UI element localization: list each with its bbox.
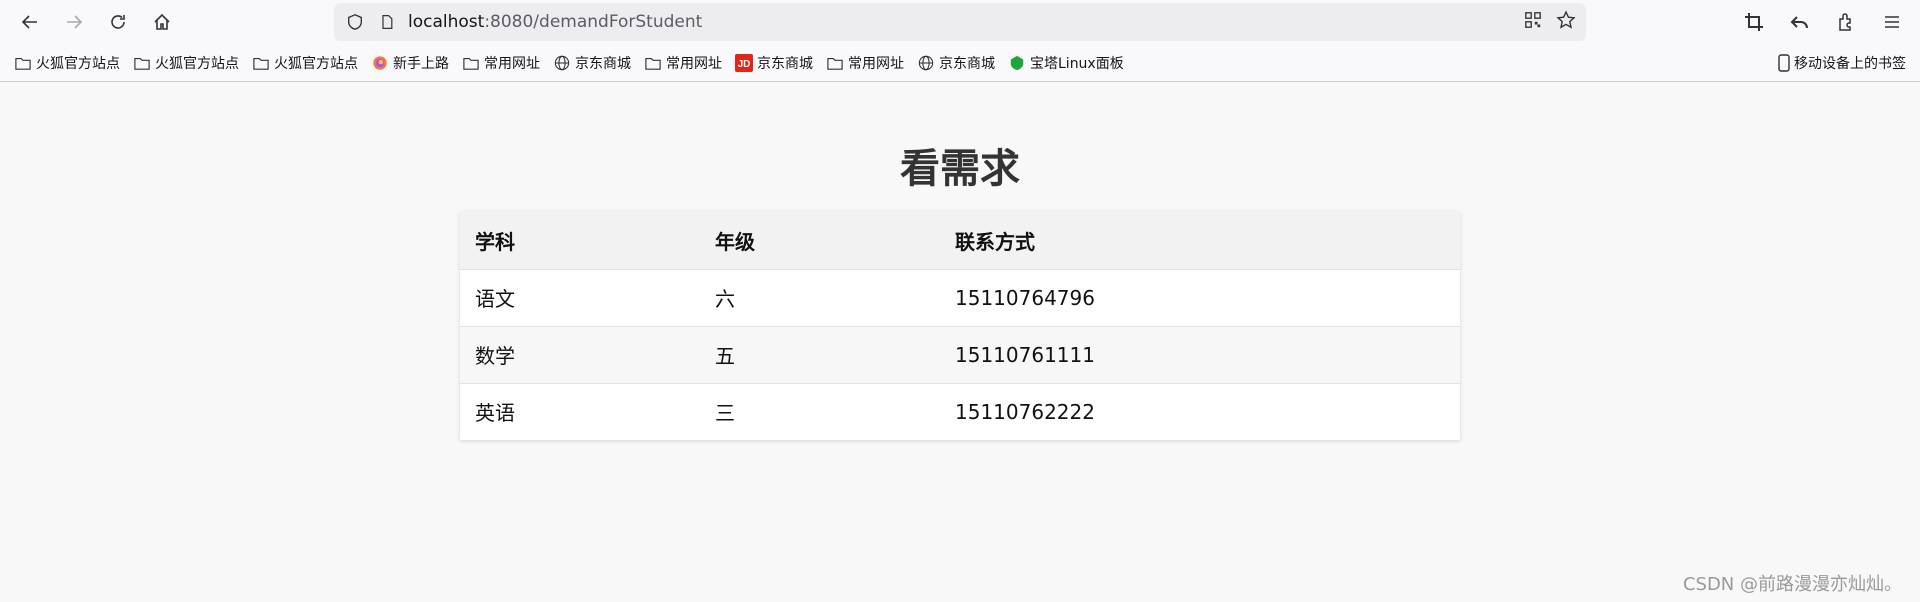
folder-icon <box>644 54 662 72</box>
table-header-row: 学科 年级 联系方式 <box>460 212 1460 269</box>
reload-button[interactable] <box>96 0 140 44</box>
mobile-device-icon <box>1778 54 1792 72</box>
folder-icon <box>14 54 32 72</box>
browser-toolbar: localhost:8080/demandForStudent <box>0 0 1920 44</box>
folder-icon <box>133 54 151 72</box>
back-button[interactable] <box>8 0 52 44</box>
page-title: 看需求 <box>900 146 1020 192</box>
bookmark-label: 京东商城 <box>757 55 813 72</box>
bookmark-label: 常用网址 <box>484 55 540 72</box>
qr-code-icon[interactable] <box>1524 11 1542 33</box>
table-row: 英语 三 15110762222 <box>460 382 1460 440</box>
mobile-bookmarks[interactable]: 移动设备上的书签 <box>1778 44 1906 82</box>
forward-arrow-icon <box>67 15 83 29</box>
bookmark-label: 常用网址 <box>848 55 904 72</box>
folder-icon <box>826 54 844 72</box>
url-bar[interactable]: localhost:8080/demandForStudent <box>334 3 1586 41</box>
toolbar-right <box>1744 0 1902 44</box>
cell-contact: 15110762222 <box>940 382 1460 440</box>
bookmark-item[interactable]: 京东商城 <box>917 53 995 73</box>
menu-icon[interactable] <box>1882 12 1902 32</box>
bookmark-item[interactable]: 火狐官方站点 <box>14 53 120 73</box>
bookmark-item[interactable]: 火狐官方站点 <box>252 53 358 73</box>
folder-icon <box>462 54 480 72</box>
bookmark-label: 常用网址 <box>666 55 722 72</box>
bookmark-item[interactable]: 京东商城 <box>553 53 631 73</box>
cell-grade: 三 <box>700 382 940 440</box>
bookmark-item[interactable]: 新手上路 <box>371 53 449 73</box>
star-icon[interactable] <box>1556 10 1576 34</box>
header-contact: 联系方式 <box>940 212 1460 269</box>
reload-icon <box>111 15 125 29</box>
bookmark-label: 新手上路 <box>393 55 449 72</box>
folder-icon <box>252 54 270 72</box>
bookmark-item[interactable]: 火狐官方站点 <box>133 53 239 73</box>
bookmark-label: 火狐官方站点 <box>155 55 239 72</box>
cell-subject: 数学 <box>460 325 700 383</box>
bookmark-item[interactable]: 常用网址 <box>462 53 540 73</box>
url-path: :8080/demandForStudent <box>484 12 703 32</box>
bookmark-item[interactable]: 常用网址 <box>644 53 722 73</box>
forward-button[interactable] <box>52 0 96 44</box>
cell-subject: 语文 <box>460 268 700 326</box>
extensions-icon[interactable] <box>1836 12 1856 32</box>
table-row: 数学 五 15110761111 <box>460 325 1460 383</box>
baota-icon <box>1008 54 1026 72</box>
back-arrow-icon <box>21 15 37 29</box>
url-text[interactable]: localhost:8080/demandForStudent <box>408 12 702 32</box>
home-button[interactable] <box>140 0 184 44</box>
bookmark-label: 京东商城 <box>575 55 631 72</box>
cell-contact: 15110764796 <box>940 268 1460 326</box>
mobile-bookmarks-label: 移动设备上的书签 <box>1794 56 1906 72</box>
bookmarks-bar: 火狐官方站点 火狐官方站点 火狐官方站点 新手上路 常用网址 京东商城 常用网址… <box>0 44 1920 82</box>
firefox-icon <box>371 54 389 72</box>
header-grade: 年级 <box>700 212 940 269</box>
demand-table: 学科 年级 联系方式 语文 六 15110764796 数学 五 1511076… <box>460 212 1460 440</box>
bookmark-item[interactable]: 宝塔Linux面板 <box>1008 53 1124 73</box>
watermark: CSDN @前路漫漫亦灿灿。 <box>1682 574 1902 595</box>
jd-icon: JD <box>735 53 753 72</box>
url-host: localhost <box>408 12 485 32</box>
cell-grade: 五 <box>700 325 940 383</box>
shield-icon[interactable] <box>344 11 366 33</box>
crop-icon[interactable] <box>1744 12 1764 32</box>
header-subject: 学科 <box>460 212 700 269</box>
bookmark-label: 宝塔Linux面板 <box>1030 55 1124 72</box>
globe-icon <box>553 54 571 72</box>
bookmark-label: 火狐官方站点 <box>36 55 120 72</box>
globe-icon <box>917 54 935 72</box>
table-row: 语文 六 15110764796 <box>460 268 1460 326</box>
home-icon <box>154 13 170 30</box>
bookmark-label: 火狐官方站点 <box>274 55 358 72</box>
bookmark-item[interactable]: JD 京东商城 <box>735 53 813 73</box>
page-icon[interactable] <box>376 11 398 33</box>
cell-grade: 六 <box>700 268 940 326</box>
svg-text:JD: JD <box>738 59 751 70</box>
cell-subject: 英语 <box>460 382 700 440</box>
bookmark-label: 京东商城 <box>939 55 995 72</box>
cell-contact: 15110761111 <box>940 325 1460 383</box>
undo-icon[interactable] <box>1790 12 1810 32</box>
bookmark-item[interactable]: 常用网址 <box>826 53 904 73</box>
